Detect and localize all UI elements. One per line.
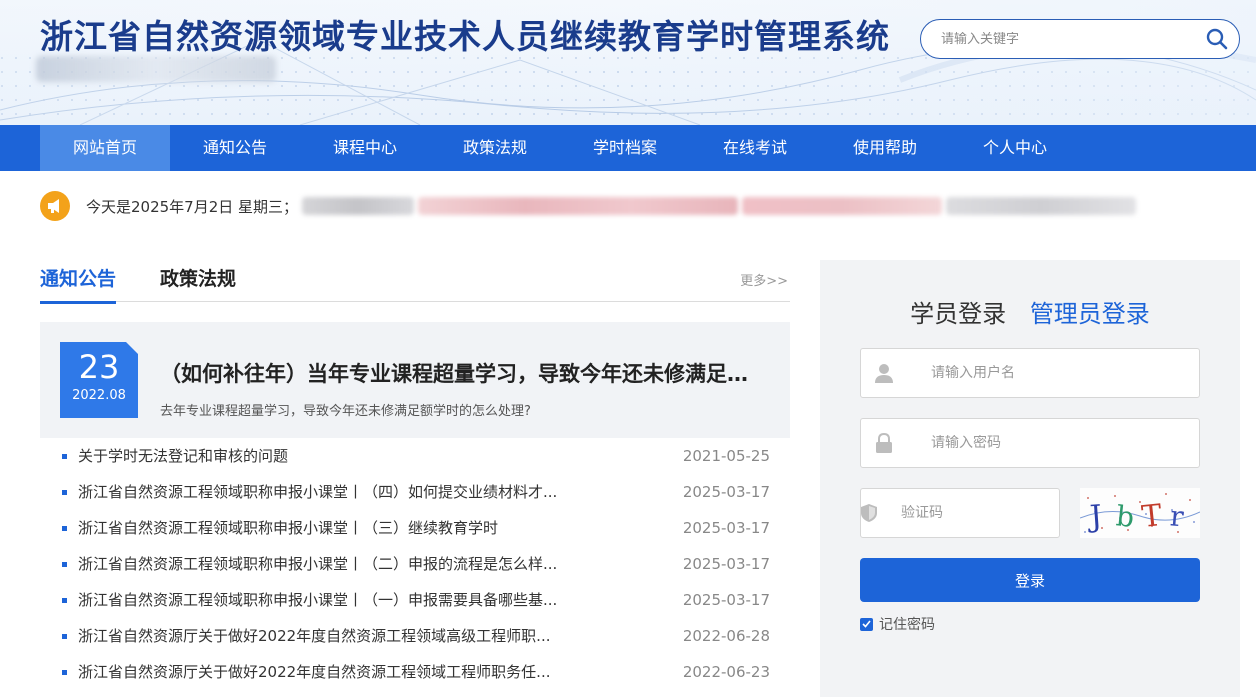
remember-label[interactable]: 记住密码 xyxy=(879,614,935,634)
nav-item-notices[interactable]: 通知公告 xyxy=(170,125,300,171)
list-item[interactable]: 浙江省自然资源工程领域职称申报小课堂丨（四）如何提交业绩材料才... 2025-0… xyxy=(40,474,790,510)
news-title[interactable]: 浙江省自然资源工程领域职称申报小课堂丨（一）申报需要具备哪些基... xyxy=(78,582,557,618)
nav-item-help[interactable]: 使用帮助 xyxy=(820,125,950,171)
tab-notices[interactable]: 通知公告 xyxy=(40,264,117,304)
captcha-input[interactable] xyxy=(901,505,1075,521)
remember-password: 记住密码 xyxy=(860,614,935,634)
user-icon xyxy=(861,349,907,397)
redacted-subtitle xyxy=(36,56,276,82)
login-tabs: 学员登录 管理员登录 xyxy=(820,294,1240,329)
list-item[interactable]: 浙江省自然资源厅关于做好2022年度自然资源工程领域工程师职务任... 2022-… xyxy=(40,654,790,690)
news-date: 2025-03-17 xyxy=(682,483,770,501)
site-title: 浙江省自然资源领域专业技术人员继续教育学时管理系统 xyxy=(40,17,890,56)
redacted-notice-text-4 xyxy=(946,197,1137,215)
site-header: 浙江省自然资源领域专业技术人员继续教育学时管理系统 xyxy=(0,0,1256,125)
redacted-notice-text xyxy=(302,197,415,215)
nav-item-courses[interactable]: 课程中心 xyxy=(300,125,430,171)
login-button[interactable]: 登录 xyxy=(860,558,1200,602)
date-badge: 23 2022.08 xyxy=(60,342,138,418)
nav-item-hour-records[interactable]: 学时档案 xyxy=(560,125,690,171)
password-input[interactable] xyxy=(931,435,1199,451)
news-date: 2021-05-25 xyxy=(682,447,770,465)
news-title[interactable]: 浙江省自然资源工程领域职称申报小课堂丨（三）继续教育学时 xyxy=(78,510,498,546)
news-title[interactable]: 关于学时无法登记和审核的问题 xyxy=(78,438,288,474)
username-input[interactable] xyxy=(931,365,1199,381)
more-link[interactable]: 更多>> xyxy=(740,270,788,289)
svg-text:T: T xyxy=(1140,498,1164,535)
login-panel: 学员登录 管理员登录 请输入用户名 验证码 J b T r 登录 记住密码 xyxy=(820,260,1240,697)
news-title[interactable]: 浙江省自然资源厅关于做好2022年度自然资源工程领域高级工程师职... xyxy=(78,618,550,654)
tab-student-login[interactable]: 学员登录 xyxy=(910,294,1006,329)
main-nav: 网站首页 通知公告 课程中心 政策法规 学时档案 在线考试 使用帮助 个人中心 xyxy=(0,125,1256,171)
nav-item-online-exam[interactable]: 在线考试 xyxy=(690,125,820,171)
search-input[interactable] xyxy=(941,31,1195,47)
news-title[interactable]: 浙江省自然资源工程领域职称申报小课堂丨（二）申报的流程是怎么样... xyxy=(78,546,557,582)
username-field xyxy=(860,348,1200,398)
shield-icon xyxy=(861,489,877,537)
nav-item-home[interactable]: 网站首页 xyxy=(40,125,170,171)
megaphone-icon xyxy=(40,191,70,221)
list-item[interactable]: 浙江省自然资源工程领域职称申报小课堂丨（二）申报的流程是怎么样... 2025-0… xyxy=(40,546,790,582)
lock-icon xyxy=(861,419,907,467)
password-field xyxy=(860,418,1200,468)
date-year-month: 2022.08 xyxy=(72,388,126,403)
notice-date-text: 今天是2025年7月2日 星期三； xyxy=(86,197,299,216)
news-title[interactable]: 浙江省自然资源厅关于做好2022年度自然资源工程领域工程师职务任... xyxy=(78,654,550,690)
remember-checkbox[interactable] xyxy=(860,617,873,631)
news-date: 2022-06-28 xyxy=(682,627,770,645)
news-date: 2022-06-23 xyxy=(682,663,770,681)
list-item[interactable]: 浙江省自然资源厅关于做好2022年度自然资源工程领域高级工程师职... 2022-… xyxy=(40,618,790,654)
news-date: 2025-03-17 xyxy=(682,519,770,537)
news-date: 2025-03-17 xyxy=(682,555,770,573)
notice-bar: 今天是2025年7月2日 星期三； xyxy=(40,186,1220,226)
news-list: 关于学时无法登记和审核的问题 2021-05-25 浙江省自然资源工程领域职称申报… xyxy=(40,438,790,690)
tab-admin-login[interactable]: 管理员登录 xyxy=(1030,294,1150,329)
news-date: 2025-03-17 xyxy=(682,591,770,609)
list-item[interactable]: 浙江省自然资源工程领域职称申报小课堂丨（一）申报需要具备哪些基... 2025-0… xyxy=(40,582,790,618)
captcha-field xyxy=(860,488,1075,538)
date-day: 23 xyxy=(78,348,120,386)
redacted-notice-text-2 xyxy=(418,197,739,215)
news-title[interactable]: 浙江省自然资源工程领域职称申报小课堂丨（四）如何提交业绩材料才... xyxy=(78,474,557,510)
captcha-image[interactable]: J b T r xyxy=(1079,488,1201,538)
tab-policies[interactable]: 政策法规 xyxy=(160,264,236,301)
nav-item-policies[interactable]: 政策法规 xyxy=(430,125,560,171)
search-button[interactable] xyxy=(1195,20,1239,58)
featured-notice[interactable]: 23 2022.08 （如何补往年）当年专业课程超量学习，导致今年还未修满足额学… xyxy=(40,322,790,438)
svg-text:b: b xyxy=(1114,499,1135,534)
redacted-notice-text-3 xyxy=(742,197,943,215)
search-icon xyxy=(1206,28,1228,50)
list-item[interactable]: 关于学时无法登记和审核的问题 2021-05-25 xyxy=(40,438,790,474)
featured-title[interactable]: （如何补往年）当年专业课程超量学习，导致今年还未修满足额学时的怎么处理？ xyxy=(160,358,760,388)
list-item[interactable]: 浙江省自然资源工程领域职称申报小课堂丨（三）继续教育学时 2025-03-17 xyxy=(40,510,790,546)
featured-description: 去年专业课程超量学习，导致今年还未修满足额学时的怎么处理? xyxy=(160,404,531,419)
news-tabs: 通知公告 政策法规 更多>> xyxy=(40,256,790,304)
search-box xyxy=(920,19,1240,59)
nav-item-personal-center[interactable]: 个人中心 xyxy=(950,125,1080,171)
